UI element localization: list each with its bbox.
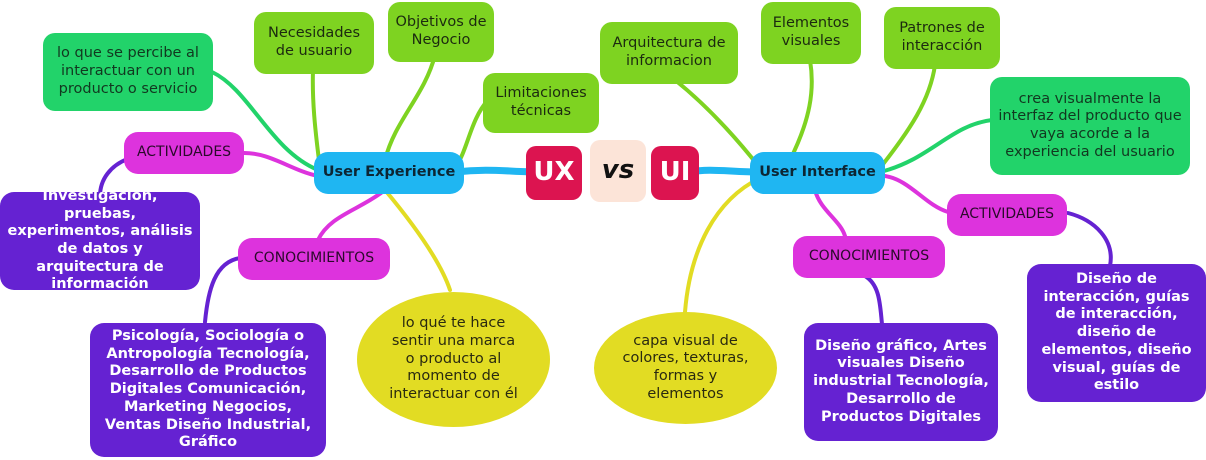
ui-capa-node: capa visual de colores, texturas, formas… [594,312,777,424]
ui-conocimientos-text: Diseño gráfico, Artes visuales Diseño in… [804,323,998,441]
vs-label: vs [590,140,646,202]
connector-ux-conocimientos [316,188,387,242]
ui-arquitectura-node: Arquitectura de informacion [600,22,738,84]
ui-label: UI [651,146,699,200]
ui-conocimientos-label: CONOCIMIENTOS [793,236,945,278]
ui-actividades-text: Diseño de interacción, guías de interacc… [1027,264,1206,402]
connector-necesidades [310,68,322,170]
ui-elementos-node: Elementos visuales [761,2,861,64]
connector-ui-conocimientos [813,188,847,238]
ui-crea-node: crea visualmente la interfaz del product… [990,77,1190,175]
ux-limitaciones-node: Limitaciones técnicas [483,73,599,133]
ui-actividades-label: ACTIVIDADES [947,194,1067,236]
ux-objetivos-node: Objetivos de Negocio [388,2,494,62]
ux-actividades-text: Investigación, pruebas, experimentos, an… [0,188,200,292]
user-experience-node: User Experience [314,152,464,194]
ux-percepcion-node: lo que se percibe al interactuar con un … [43,33,213,111]
ux-conocimientos-label: CONOCIMIENTOS [238,238,390,280]
connector-ui-conocimientos-text [863,274,884,326]
connector-sentir [383,188,452,292]
connector-elementos [788,58,814,162]
connector-objetivos [383,53,437,162]
ux-actividades-label: ACTIVIDADES [124,132,244,174]
ux-sentir-node: lo qué te hace sentir una marca o produc… [357,292,550,427]
user-interface-node: User Interface [750,152,885,194]
ux-label: UX [526,146,582,200]
ux-conocimientos-text: Psicología, Sociología o Antropología Te… [90,323,326,457]
ui-patrones-node: Patrones de interacción [884,7,1000,69]
connector-capa [683,176,762,314]
connector-ui-actividades [883,174,950,214]
connector-ux-conocimientos-text [203,256,242,324]
connector-ui-actividades-text [1066,211,1113,268]
ux-necesidades-node: Necesidades de usuario [254,12,374,74]
